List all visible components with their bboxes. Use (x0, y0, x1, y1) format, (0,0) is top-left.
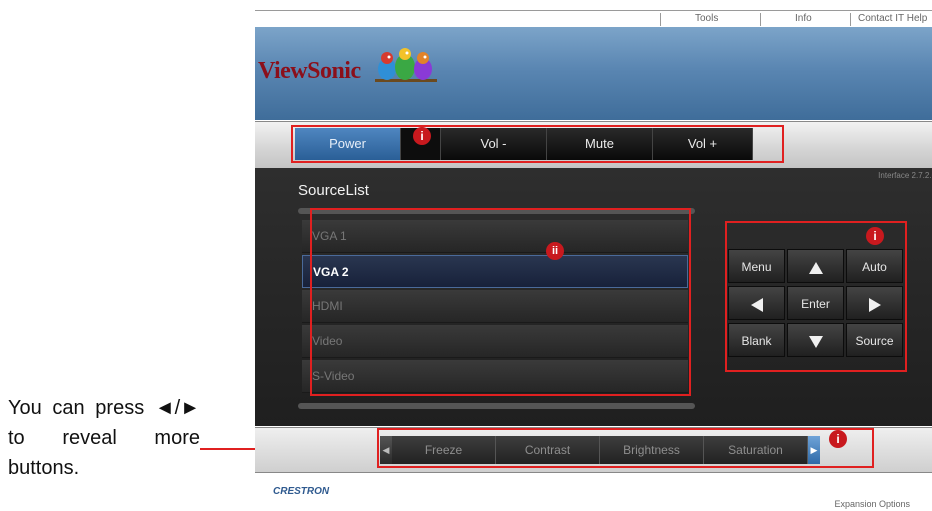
tools-link[interactable]: Tools (695, 13, 718, 24)
annotation-text: You can press ◄/► to reveal more buttons… (8, 397, 200, 479)
birds-logo-icon (375, 48, 437, 82)
separator (660, 13, 661, 26)
marker-ii: ii (546, 242, 564, 260)
crestron-logo: CRESTRON (273, 486, 330, 497)
source-list-title: SourceList (298, 182, 369, 199)
separator (760, 13, 761, 26)
marker-i: i (413, 127, 431, 145)
top-nav: Tools Info Contact IT Help (255, 10, 932, 28)
interface-version: Interface 2.7.2.6 (878, 171, 932, 180)
separator (850, 13, 851, 26)
highlight-control-bar (291, 125, 784, 163)
contact-it-help-link[interactable]: Contact IT Help (858, 13, 927, 24)
highlight-source-list (310, 208, 691, 396)
marker-i: i (866, 227, 884, 245)
info-link[interactable]: Info (795, 13, 812, 24)
expansion-options-link[interactable]: Expansion Options (834, 499, 910, 509)
banner: ViewSonic (255, 27, 932, 120)
viewsonic-logo: ViewSonic (258, 58, 361, 84)
annotation-leader-line (200, 448, 250, 450)
highlight-bottom-bar (377, 428, 874, 468)
list-scroll-bottom[interactable] (298, 403, 695, 409)
web-control-window: Tools Info Contact IT Help ViewSonic Pow… (255, 0, 932, 511)
marker-i: i (829, 430, 847, 448)
